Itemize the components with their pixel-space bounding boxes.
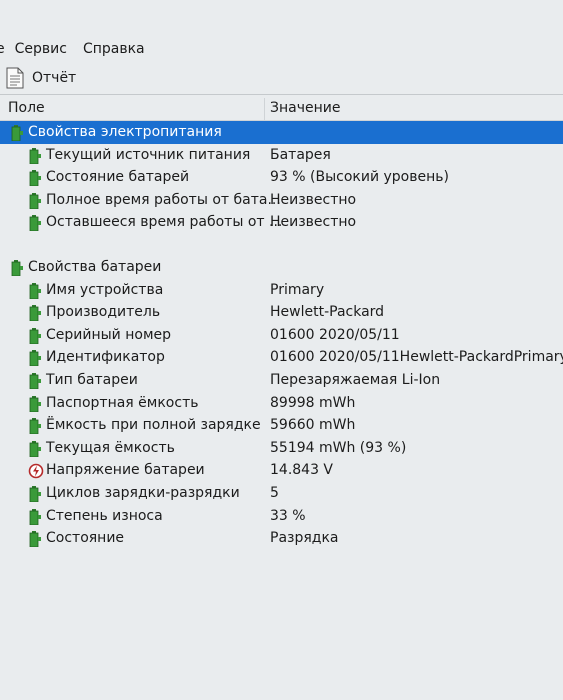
property-row[interactable]: Степень износа 33 % xyxy=(0,505,563,528)
battery-icon xyxy=(28,215,42,232)
battery-icon xyxy=(28,531,42,548)
property-row[interactable]: Текущая ёмкость 55194 mWh (93 %) xyxy=(0,437,563,460)
property-value: 01600 2020/05/11Hewlett-PackardPrimary xyxy=(270,349,563,366)
property-name: Циклов зарядки-разрядки xyxy=(46,484,240,501)
property-value: Hewlett-Packard xyxy=(270,304,385,321)
property-row[interactable]: Состояние Разрядка xyxy=(0,527,563,550)
property-row[interactable]: Состояние батарей 93 % (Высокий уровень) xyxy=(0,166,563,189)
property-row[interactable]: Паспортная ёмкость 89998 mWh xyxy=(0,392,563,415)
battery-icon xyxy=(28,147,42,164)
property-name: Состояние xyxy=(46,530,125,547)
property-name: Напряжение батареи xyxy=(46,462,205,479)
property-name: Оставшееся время работы от ... xyxy=(46,214,283,231)
group-label: Свойства батареи xyxy=(28,258,162,275)
property-name: Степень износа xyxy=(46,507,163,524)
property-value: Перезаряжаемая Li-Ion xyxy=(270,371,441,388)
group-row[interactable]: Свойства электропитания xyxy=(0,121,563,144)
group-label: Свойства электропитания xyxy=(28,124,222,140)
report-icon[interactable] xyxy=(6,67,24,89)
property-row[interactable]: Полное время работы от бата... Неизвестно xyxy=(0,189,563,212)
column-resize-handle[interactable] xyxy=(264,98,265,120)
battery-icon xyxy=(28,418,42,435)
toolbar-divider xyxy=(0,94,563,95)
battery-icon xyxy=(28,305,42,322)
menu-bar: е Сервис Справка xyxy=(0,36,563,62)
property-value: 01600 2020/05/11 xyxy=(270,326,400,343)
battery-icon xyxy=(28,485,42,502)
property-value: 93 % (Высокий уровень) xyxy=(270,169,449,186)
property-row[interactable]: Оставшееся время работы от ... Неизвестно xyxy=(0,211,563,234)
property-value: 55194 mWh (93 %) xyxy=(270,439,407,456)
property-name: Серийный номер xyxy=(46,326,172,343)
property-row[interactable]: Тип батареи Перезаряжаемая Li-Ion xyxy=(0,369,563,392)
voltage-icon xyxy=(28,463,44,479)
property-list: Свойства электропитания Текущий источник … xyxy=(0,121,563,550)
property-name: Паспортная ёмкость xyxy=(46,394,199,411)
property-value: Primary xyxy=(270,281,325,298)
battery-icon xyxy=(28,192,42,209)
property-row[interactable]: Циклов зарядки-разрядки 5 xyxy=(0,482,563,505)
battery-group-icon xyxy=(10,259,24,276)
menu-item-help[interactable]: Справка xyxy=(83,41,145,57)
property-value: Батарея xyxy=(270,146,331,163)
report-button[interactable]: Отчёт xyxy=(32,70,76,86)
property-row[interactable]: Напряжение батареи 14.843 V xyxy=(0,459,563,482)
battery-icon xyxy=(28,350,42,367)
property-name: Текущий источник питания xyxy=(46,146,251,163)
battery-icon xyxy=(28,508,42,525)
battery-icon xyxy=(28,327,42,344)
battery-icon xyxy=(28,372,42,389)
battery-group-icon xyxy=(10,125,24,141)
property-name: Текущая ёмкость xyxy=(46,439,175,456)
battery-icon xyxy=(28,395,42,412)
property-value: 14.843 V xyxy=(270,462,334,479)
property-value: 59660 mWh xyxy=(270,417,356,434)
property-name: Состояние батарей xyxy=(46,169,190,186)
property-value: 5 xyxy=(270,484,279,501)
property-row[interactable]: Идентификатор 01600 2020/05/11Hewlett-Pac… xyxy=(0,346,563,369)
property-row[interactable]: Ёмкость при полной зарядке 59660 mWh xyxy=(0,414,563,437)
toolbar: Отчёт xyxy=(6,64,76,92)
property-name: Ёмкость при полной зарядке xyxy=(46,417,261,434)
battery-icon xyxy=(28,282,42,299)
property-value: 89998 mWh xyxy=(270,394,356,411)
menu-item-partial[interactable]: е xyxy=(0,41,5,57)
property-name: Полное время работы от бата... xyxy=(46,191,281,208)
column-header-field[interactable]: Поле xyxy=(8,100,45,116)
battery-icon xyxy=(28,170,42,187)
property-value: Разрядка xyxy=(270,530,339,547)
group-row[interactable]: Свойства батареи xyxy=(0,256,563,279)
property-name: Производитель xyxy=(46,304,161,321)
column-header: Поле Значение xyxy=(0,98,563,121)
column-header-value[interactable]: Значение xyxy=(270,100,340,116)
property-name: Тип батареи xyxy=(46,371,138,388)
property-row[interactable]: Имя устройства Primary xyxy=(0,279,563,302)
property-value: Неизвестно xyxy=(270,214,357,231)
property-name: Идентификатор xyxy=(46,349,165,366)
property-row[interactable]: Серийный номер 01600 2020/05/11 xyxy=(0,324,563,347)
menu-item-service[interactable]: Сервис xyxy=(15,41,67,57)
property-row[interactable]: Текущий источник питания Батарея xyxy=(0,144,563,167)
property-value: 33 % xyxy=(270,507,306,524)
property-name: Имя устройства xyxy=(46,281,164,298)
property-value: Неизвестно xyxy=(270,191,357,208)
battery-icon xyxy=(28,440,42,457)
property-row[interactable]: Производитель Hewlett-Packard xyxy=(0,301,563,324)
